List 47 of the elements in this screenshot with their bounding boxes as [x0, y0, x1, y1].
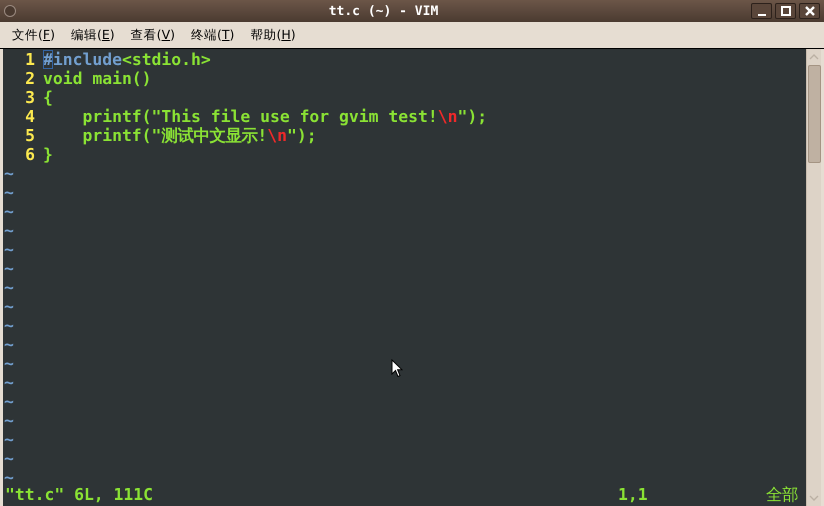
- scrollbar[interactable]: [806, 49, 821, 506]
- menu-item[interactable]: 帮助(H): [242, 26, 304, 44]
- menu-item[interactable]: 文件(F): [4, 26, 63, 44]
- empty-line-marker: ~: [3, 240, 14, 259]
- menu-item[interactable]: 查看(V): [122, 26, 184, 44]
- empty-line-marker: ~: [3, 335, 14, 354]
- line-number: 6: [24, 145, 36, 164]
- code-line: {: [43, 88, 53, 107]
- maximize-icon: [780, 5, 792, 17]
- empty-line-marker: ~: [3, 354, 14, 373]
- empty-line-marker: ~: [3, 221, 14, 240]
- empty-line-marker: ~: [3, 449, 14, 468]
- empty-line-marker: ~: [3, 259, 14, 278]
- window-menu-icon[interactable]: [4, 5, 16, 17]
- menu-item[interactable]: 编辑(E): [62, 26, 123, 44]
- empty-line-marker: ~: [3, 278, 14, 297]
- code-line: }: [43, 145, 53, 164]
- empty-line-marker: ~: [3, 468, 14, 485]
- empty-line-marker: ~: [3, 392, 14, 411]
- empty-line-marker: ~: [3, 373, 14, 392]
- code-line: printf("测试中文显示!\n");: [81, 126, 317, 145]
- empty-line-marker: ~: [3, 183, 14, 202]
- status-message: "tt.c" 6L, 111C: [4, 485, 154, 504]
- maximize-button[interactable]: [775, 3, 796, 19]
- scroll-position: 全部: [765, 485, 799, 504]
- code-line: printf("This file use for gvim test!\n");: [81, 107, 488, 126]
- close-icon: [804, 5, 816, 17]
- minimize-icon: [758, 14, 766, 16]
- line-number: 4: [24, 107, 36, 126]
- close-button[interactable]: [799, 3, 820, 19]
- window-title: tt.c (~) - VIM: [328, 4, 440, 18]
- line-number: 1: [24, 50, 36, 69]
- scrollbar-thumb[interactable]: [808, 65, 820, 163]
- line-number: 3: [24, 88, 36, 107]
- mouse-pointer-icon: [391, 359, 403, 378]
- empty-line-marker: ~: [3, 430, 14, 449]
- cursor-position: 1,1: [618, 485, 649, 504]
- line-number: 2: [24, 69, 36, 88]
- menu-item[interactable]: 终端(T): [183, 26, 242, 44]
- empty-line-marker: ~: [3, 297, 14, 316]
- empty-line-marker: ~: [3, 202, 14, 221]
- line-number: 5: [24, 126, 36, 145]
- code-line: void main(): [43, 69, 152, 88]
- empty-line-marker: ~: [3, 316, 14, 335]
- minimize-button[interactable]: [751, 3, 772, 19]
- empty-line-marker: ~: [3, 411, 14, 430]
- empty-line-marker: ~: [3, 164, 14, 183]
